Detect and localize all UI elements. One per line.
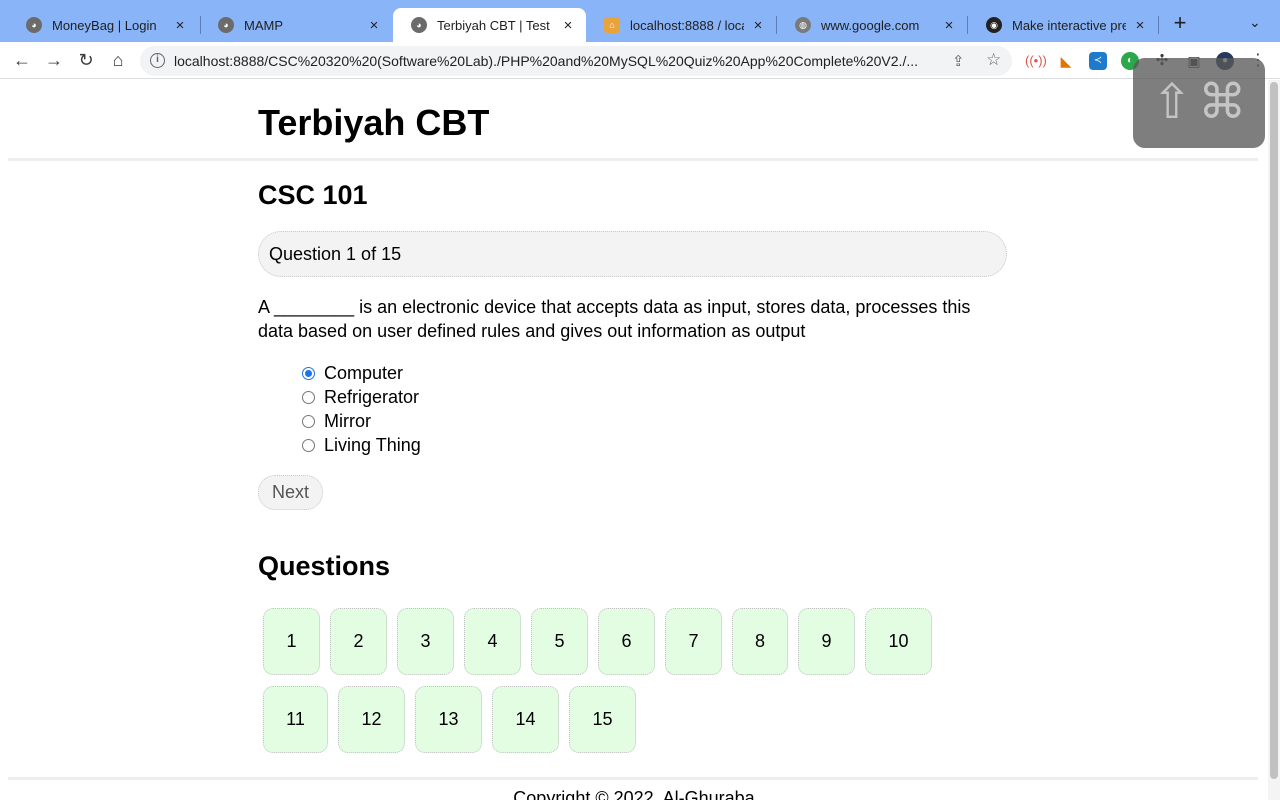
close-icon[interactable]: × (750, 17, 766, 34)
tab-title: MAMP (244, 17, 283, 33)
option-label: Refrigerator (324, 386, 420, 407)
question-tile-10[interactable]: 10 (865, 608, 932, 675)
globe-icon: ◍ (795, 17, 811, 33)
question-tile-8[interactable]: 8 (732, 608, 788, 675)
answer-options: Computer Refrigerator Mirror Living Thin… (302, 361, 421, 457)
mamp-elephant-icon: ◕ (218, 17, 234, 33)
question-tile-5[interactable]: 5 (531, 608, 588, 675)
question-tile-11[interactable]: 11 (263, 686, 328, 753)
radio-button[interactable] (302, 390, 315, 404)
tab-title: Terbiyah CBT | Test Online (437, 17, 554, 33)
close-icon[interactable]: × (941, 17, 957, 34)
tab-mamp[interactable]: ◕ MAMP × (200, 8, 392, 42)
address-bar[interactable]: i localhost:8888/CSC%20320%20(Software%2… (140, 46, 1012, 76)
cast-extension-icon[interactable]: ((•)) (1025, 52, 1047, 70)
reload-icon[interactable]: ↻ (76, 50, 96, 70)
mamp-elephant-icon: ◕ (26, 17, 42, 33)
question-tile-9[interactable]: 9 (798, 608, 855, 675)
close-icon[interactable]: × (1132, 17, 1148, 34)
close-icon[interactable]: × (172, 17, 188, 34)
url-text[interactable]: localhost:8888/CSC%20320%20(Software%20L… (174, 53, 944, 69)
tab-search-chevron-icon[interactable]: ⌄ (1249, 14, 1261, 31)
option-label: Mirror (324, 410, 371, 431)
phpmyadmin-icon: ⌂ (604, 17, 620, 33)
close-icon[interactable]: × (366, 17, 382, 34)
question-tile-7[interactable]: 7 (665, 608, 722, 675)
question-tile-15[interactable]: 15 (569, 686, 636, 753)
option-label: Computer (324, 362, 404, 383)
browser-toolbar: ← → ↻ ⌂ i localhost:8888/CSC%20320%20(So… (0, 42, 1280, 79)
browser-tab-bar: ◕ MoneyBag | Login × ◕ MAMP × ◕ Terbiyah… (0, 0, 1280, 42)
footer-divider (8, 777, 1258, 780)
tab-title: localhost:8888 / localhost (630, 17, 744, 33)
tab-terbiyah-cbt[interactable]: ◕ Terbiyah CBT | Test Online × (393, 8, 586, 42)
header-divider (8, 158, 1258, 161)
tab-moneybag[interactable]: ◕ MoneyBag | Login × (8, 8, 198, 42)
shift-key-icon: ⇧ (1151, 76, 1193, 129)
question-tile-4[interactable]: 4 (464, 608, 521, 675)
site-info-icon[interactable]: i (150, 53, 165, 68)
home-icon[interactable]: ⌂ (108, 50, 128, 70)
question-tile-3[interactable]: 3 (397, 608, 454, 675)
question-tile-6[interactable]: 6 (598, 608, 655, 675)
page-scrollbar[interactable] (1268, 80, 1280, 800)
tab-title: www.google.com (821, 17, 920, 33)
tab-separator (1158, 16, 1159, 34)
footer-copyright: Copyright © 2022, Al-Ghuraba (513, 788, 755, 800)
mentimeter-icon: ◉ (986, 17, 1002, 33)
megaphone-extension-icon[interactable]: ◣ (1057, 52, 1075, 70)
tab-google[interactable]: ◍ www.google.com × (777, 8, 967, 42)
option-mirror[interactable]: Mirror (302, 409, 421, 433)
option-refrigerator[interactable]: Refrigerator (302, 385, 421, 409)
scrollbar-thumb[interactable] (1270, 82, 1278, 779)
site-title: Terbiyah CBT (258, 102, 490, 143)
tab-title: MoneyBag | Login (52, 17, 157, 33)
question-tile-13[interactable]: 13 (415, 686, 482, 753)
radio-button[interactable] (302, 438, 315, 452)
questions-heading: Questions (258, 551, 391, 581)
question-text: A ________ is an electronic device that … (258, 297, 971, 341)
new-tab-button[interactable]: + (1170, 12, 1190, 34)
tab-title: Make interactive presentations (1012, 17, 1126, 33)
keyboard-shortcut-overlay: ⇧ ⌘ (1133, 58, 1265, 148)
radio-button-selected[interactable] (302, 366, 315, 380)
close-icon[interactable]: × (560, 17, 576, 34)
tab-interactive-presentations[interactable]: ◉ Make interactive presentations × (968, 8, 1158, 42)
back-icon[interactable]: ← (12, 50, 32, 70)
radio-button[interactable] (302, 414, 315, 428)
command-key-icon: ⌘ (1198, 76, 1247, 129)
course-title: CSC 101 (258, 180, 368, 210)
question-tile-2[interactable]: 2 (330, 608, 387, 675)
mamp-elephant-icon: ◕ (411, 17, 427, 33)
option-computer[interactable]: Computer (302, 361, 421, 385)
tab-phpmyadmin[interactable]: ⌂ localhost:8888 / localhost × (586, 8, 776, 42)
bookmark-star-icon[interactable]: ☆ (986, 50, 1001, 70)
question-tile-12[interactable]: 12 (338, 686, 405, 753)
option-label: Living Thing (324, 434, 421, 455)
next-button[interactable]: Next (258, 475, 323, 510)
forward-icon[interactable]: → (44, 50, 64, 70)
question-tile-14[interactable]: 14 (492, 686, 559, 753)
question-tile-1[interactable]: 1 (263, 608, 320, 675)
share-icon[interactable]: ⇪ (952, 52, 965, 70)
page-content: Terbiyah CBT CSC 101 Question 1 of 15 A … (0, 80, 1268, 800)
vscode-extension-icon[interactable]: ≺ (1089, 52, 1107, 70)
question-progress-bar: Question 1 of 15 (258, 231, 1007, 277)
option-living-thing[interactable]: Living Thing (302, 433, 421, 457)
